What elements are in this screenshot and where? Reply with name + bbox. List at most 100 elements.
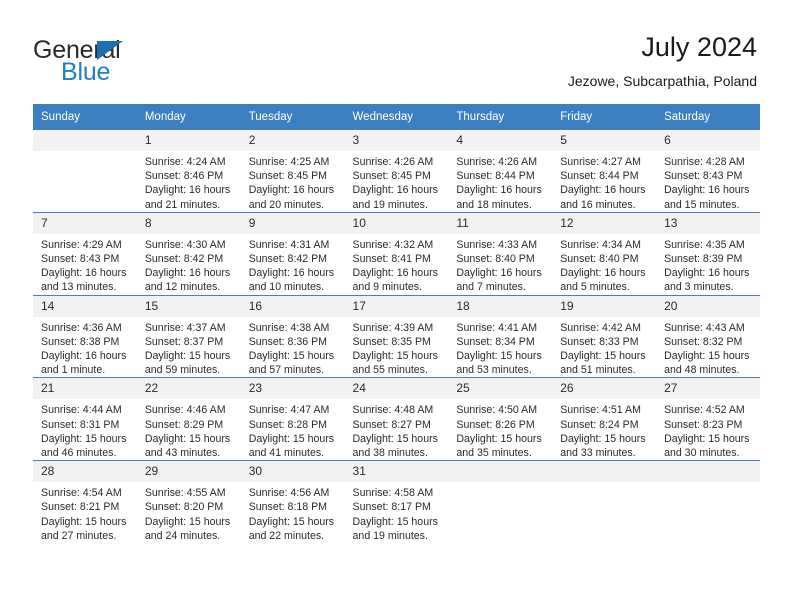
sunset-time: Sunset: 8:37 PM: [144, 335, 224, 348]
sunset-time: Sunset: 8:41 PM: [352, 253, 431, 266]
calendar-day-cell[interactable]: 13 Sunrise: 4:35 AM Sunset: 8:39 PM Dayligh…: [656, 211, 760, 296]
calendar-day-cell[interactable]: 30 Sunrise: 4:56 AM Sunset: 8:18 PM Dayligh…: [240, 460, 345, 544]
title-block: July 2024 Jezowe, Subcarpathia, Poland: [568, 30, 757, 92]
sunrise-time: Sunrise: 4:28 AM: [664, 156, 745, 168]
sunset-time: Sunset: 8:26 PM: [456, 418, 535, 431]
calendar-day-cell[interactable]: 17 Sunrise: 4:39 AM Sunset: 8:35 PM Dayligh…: [344, 294, 449, 378]
calendar-day-cell[interactable]: 29 Sunrise: 4:55 AM Sunset: 8:20 PM Dayligh…: [136, 460, 241, 544]
sunrise-time: Sunrise: 4:39 AM: [352, 321, 434, 334]
day-details: Sunrise: 4:28 AM Sunset: 8:43 PM Daylight:…: [656, 151, 760, 212]
sunrise-time: Sunrise: 4:35 AM: [664, 238, 745, 251]
calendar-day-cell[interactable]: 20 Sunrise: 4:43 AM Sunset: 8:32 PM Dayligh…: [656, 294, 760, 378]
sunrise-time: Sunrise: 4:47 AM: [248, 404, 330, 417]
calendar-day-cell[interactable]: 2 Sunrise: 4:25 AM Sunset: 8:45 PM Daylight…: [240, 129, 345, 213]
calendar-day-cell[interactable]: 6 Sunrise: 4:28 AM Sunset: 8:43 PM Daylight…: [656, 129, 760, 213]
day-details: Sunrise: 4:38 AM Sunset: 8:36 PM Daylight:…: [241, 317, 345, 378]
sunrise-time: Sunrise: 4:29 AM: [41, 238, 122, 251]
day-details: Sunrise: 4:33 AM Sunset: 8:40 PM Daylight:…: [448, 234, 552, 295]
calendar-day-cell[interactable]: 11 Sunrise: 4:33 AM Sunset: 8:40 PM Dayligh…: [448, 211, 553, 296]
daylight-duration-line2: and 9 minutes.: [352, 281, 423, 294]
sunrise-time: Sunrise: 4:36 AM: [41, 321, 122, 334]
day-details: Sunrise: 4:47 AM Sunset: 8:28 PM Daylight:…: [241, 399, 345, 460]
calendar-day-cell[interactable]: 4 Sunrise: 4:26 AM Sunset: 8:44 PM Daylight…: [448, 129, 553, 213]
calendar-day-cell[interactable]: 25 Sunrise: 4:50 AM Sunset: 8:26 PM Dayligh…: [448, 377, 553, 461]
sunset-time: Sunset: 8:40 PM: [456, 253, 535, 266]
calendar-day-cell[interactable]: 9 Sunrise: 4:31 AM Sunset: 8:42 PM Daylight…: [240, 211, 345, 296]
sunrise-time: Sunrise: 4:27 AM: [560, 156, 641, 168]
calendar-day-cell[interactable]: 18 Sunrise: 4:41 AM Sunset: 8:34 PM Dayligh…: [448, 294, 553, 378]
sunset-time: Sunset: 8:29 PM: [144, 418, 224, 431]
day-number: 4: [448, 130, 553, 151]
sunset-time: Sunset: 8:46 PM: [144, 170, 224, 183]
day-details: Sunrise: 4:41 AM Sunset: 8:34 PM Daylight:…: [448, 317, 552, 378]
calendar-day-cell[interactable]: 19 Sunrise: 4:42 AM Sunset: 8:33 PM Dayligh…: [552, 294, 657, 378]
calendar-day-cell[interactable]: 14 Sunrise: 4:36 AM Sunset: 8:38 PM Dayligh…: [33, 294, 137, 378]
daylight-duration-line2: and 35 minutes.: [456, 447, 532, 460]
daylight-duration-line2: and 13 minutes.: [41, 281, 117, 294]
day-number: 21: [33, 378, 137, 400]
calendar-day-cell[interactable]: 1 Sunrise: 4:24 AM Sunset: 8:46 PM Daylight…: [136, 129, 241, 213]
daylight-duration-line1: Daylight: 16 hours: [248, 267, 335, 280]
daylight-duration-line1: Daylight: 15 hours: [352, 350, 438, 363]
day-number: 2: [240, 130, 345, 151]
day-number: 18: [448, 295, 553, 317]
day-details: Sunrise: 4:55 AM Sunset: 8:20 PM Daylight:…: [137, 482, 241, 543]
calendar-day-cell[interactable]: 8 Sunrise: 4:30 AM Sunset: 8:42 PM Daylight…: [136, 211, 241, 296]
sunrise-time: Sunrise: 4:37 AM: [144, 321, 226, 334]
sunset-time: Sunset: 8:23 PM: [664, 418, 743, 431]
calendar-day-cell[interactable]: 7 Sunrise: 4:29 AM Sunset: 8:43 PM Daylight…: [33, 211, 137, 296]
day-number: 3: [344, 130, 449, 151]
calendar-day-cell[interactable]: 5 Sunrise: 4:27 AM Sunset: 8:44 PM Daylight…: [552, 129, 657, 213]
general-blue-logo: General Blue: [33, 36, 233, 88]
calendar-day-cell[interactable]: 23 Sunrise: 4:47 AM Sunset: 8:28 PM Dayligh…: [240, 377, 345, 461]
calendar-day-cell[interactable]: 15 Sunrise: 4:37 AM Sunset: 8:37 PM Dayligh…: [136, 294, 241, 378]
calendar-day-cell[interactable]: 28 Sunrise: 4:54 AM Sunset: 8:21 PM Dayligh…: [33, 460, 137, 544]
calendar-day-cell[interactable]: 22 Sunrise: 4:46 AM Sunset: 8:29 PM Dayligh…: [136, 377, 241, 461]
sunrise-time: Sunrise: 4:26 AM: [352, 156, 434, 168]
calendar-day-cell[interactable]: 10 Sunrise: 4:32 AM Sunset: 8:41 PM Dayligh…: [344, 211, 449, 296]
daylight-duration-line2: and 33 minutes.: [560, 447, 636, 460]
calendar-day-cell[interactable]: 24 Sunrise: 4:48 AM Sunset: 8:27 PM Dayligh…: [344, 377, 449, 461]
daylight-duration-line1: Daylight: 15 hours: [456, 350, 542, 363]
calendar-day-cell[interactable]: 16 Sunrise: 4:38 AM Sunset: 8:36 PM Dayligh…: [240, 294, 345, 378]
daylight-duration-line1: Daylight: 15 hours: [248, 515, 335, 528]
day-number: 7: [33, 212, 137, 234]
calendar-day-cell[interactable]: 21 Sunrise: 4:44 AM Sunset: 8:31 PM Dayligh…: [33, 377, 137, 461]
sunrise-time: Sunrise: 4:52 AM: [664, 404, 745, 417]
sunrise-time: Sunrise: 4:56 AM: [248, 487, 330, 500]
day-number: 30: [240, 461, 345, 483]
calendar-week-row: 7 Sunrise: 4:29 AM Sunset: 8:43 PM Daylight…: [33, 211, 760, 296]
sunrise-time: Sunrise: 4:46 AM: [144, 404, 226, 417]
sunset-time: Sunset: 8:17 PM: [352, 501, 431, 514]
weekday-header-wednesday: Wednesday: [344, 104, 449, 130]
sunrise-time: Sunrise: 4:25 AM: [248, 156, 330, 168]
calendar-day-cell[interactable]: 27 Sunrise: 4:52 AM Sunset: 8:23 PM Dayligh…: [656, 377, 760, 461]
day-number: 31: [344, 461, 449, 483]
calendar-week-row: 28 Sunrise: 4:54 AM Sunset: 8:21 PM Dayligh…: [33, 460, 760, 544]
daylight-duration-line2: and 48 minutes.: [664, 364, 740, 377]
day-details: Sunrise: 4:25 AM Sunset: 8:45 PM Daylight:…: [241, 151, 345, 212]
day-number: 15: [136, 295, 241, 317]
weekday-header-friday: Friday: [552, 104, 657, 130]
calendar-day-cell[interactable]: 31 Sunrise: 4:58 AM Sunset: 8:17 PM Dayligh…: [344, 460, 449, 544]
daylight-duration-line2: and 38 minutes.: [352, 447, 428, 460]
calendar-cell-empty: [33, 129, 137, 213]
sunset-time: Sunset: 8:27 PM: [352, 418, 431, 431]
sunrise-time: Sunrise: 4:51 AM: [560, 404, 641, 417]
daylight-duration-line1: Daylight: 15 hours: [352, 432, 438, 445]
calendar-week-row: 14 Sunrise: 4:36 AM Sunset: 8:38 PM Dayligh…: [33, 294, 760, 378]
calendar-day-cell[interactable]: 12 Sunrise: 4:34 AM Sunset: 8:40 PM Dayligh…: [552, 211, 657, 296]
day-number: 19: [552, 295, 657, 317]
daylight-duration-line1: Daylight: 16 hours: [352, 184, 438, 197]
calendar-day-cell[interactable]: 26 Sunrise: 4:51 AM Sunset: 8:24 PM Dayligh…: [552, 377, 657, 461]
daylight-duration-line1: Daylight: 16 hours: [352, 267, 438, 280]
day-number: 28: [33, 461, 137, 483]
calendar-day-cell[interactable]: 3 Sunrise: 4:26 AM Sunset: 8:45 PM Daylight…: [344, 129, 449, 213]
sunset-time: Sunset: 8:45 PM: [248, 170, 328, 183]
sunset-time: Sunset: 8:24 PM: [560, 418, 639, 431]
day-details: Sunrise: 4:51 AM Sunset: 8:24 PM Daylight:…: [552, 399, 656, 460]
day-number: 27: [656, 378, 760, 400]
sunset-time: Sunset: 8:42 PM: [248, 253, 328, 266]
sunrise-time: Sunrise: 4:31 AM: [248, 238, 330, 251]
sunset-time: Sunset: 8:40 PM: [560, 253, 639, 266]
